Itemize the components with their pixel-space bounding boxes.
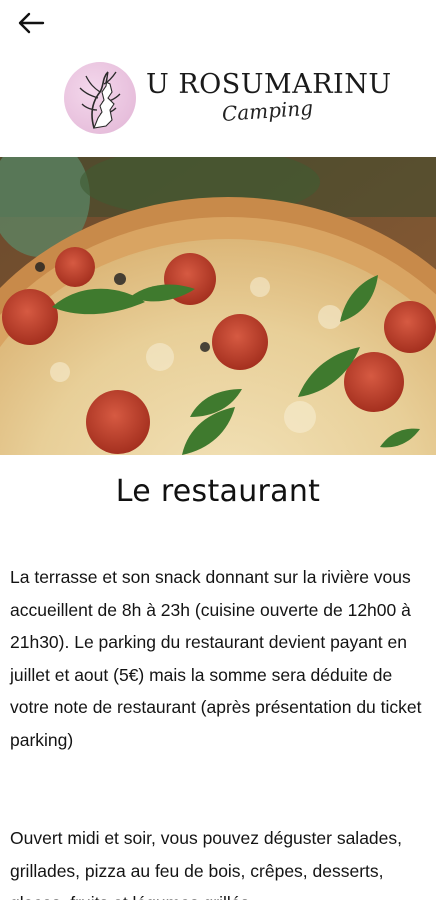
restaurant-screen: U ROSUMARINU Camping Le restaurant La te… [0,0,436,900]
arrow-left-icon [18,12,45,34]
pizza-illustration [0,157,436,455]
brand-text: U ROSUMARINU Camping [146,70,392,126]
menu-paragraph: Ouvert midi et soir, vous pouvez déguste… [10,828,403,900]
rosemary-icon [79,71,121,129]
brand-logo: U ROSUMARINU Camping [64,60,394,136]
back-button[interactable] [14,8,48,38]
intro-paragraph: La terrasse et son snack donnant sur la … [10,567,422,750]
rosemary-emblem [64,62,136,134]
hero-image-pizza [0,157,436,455]
page-title: Le restaurant [115,474,321,509]
